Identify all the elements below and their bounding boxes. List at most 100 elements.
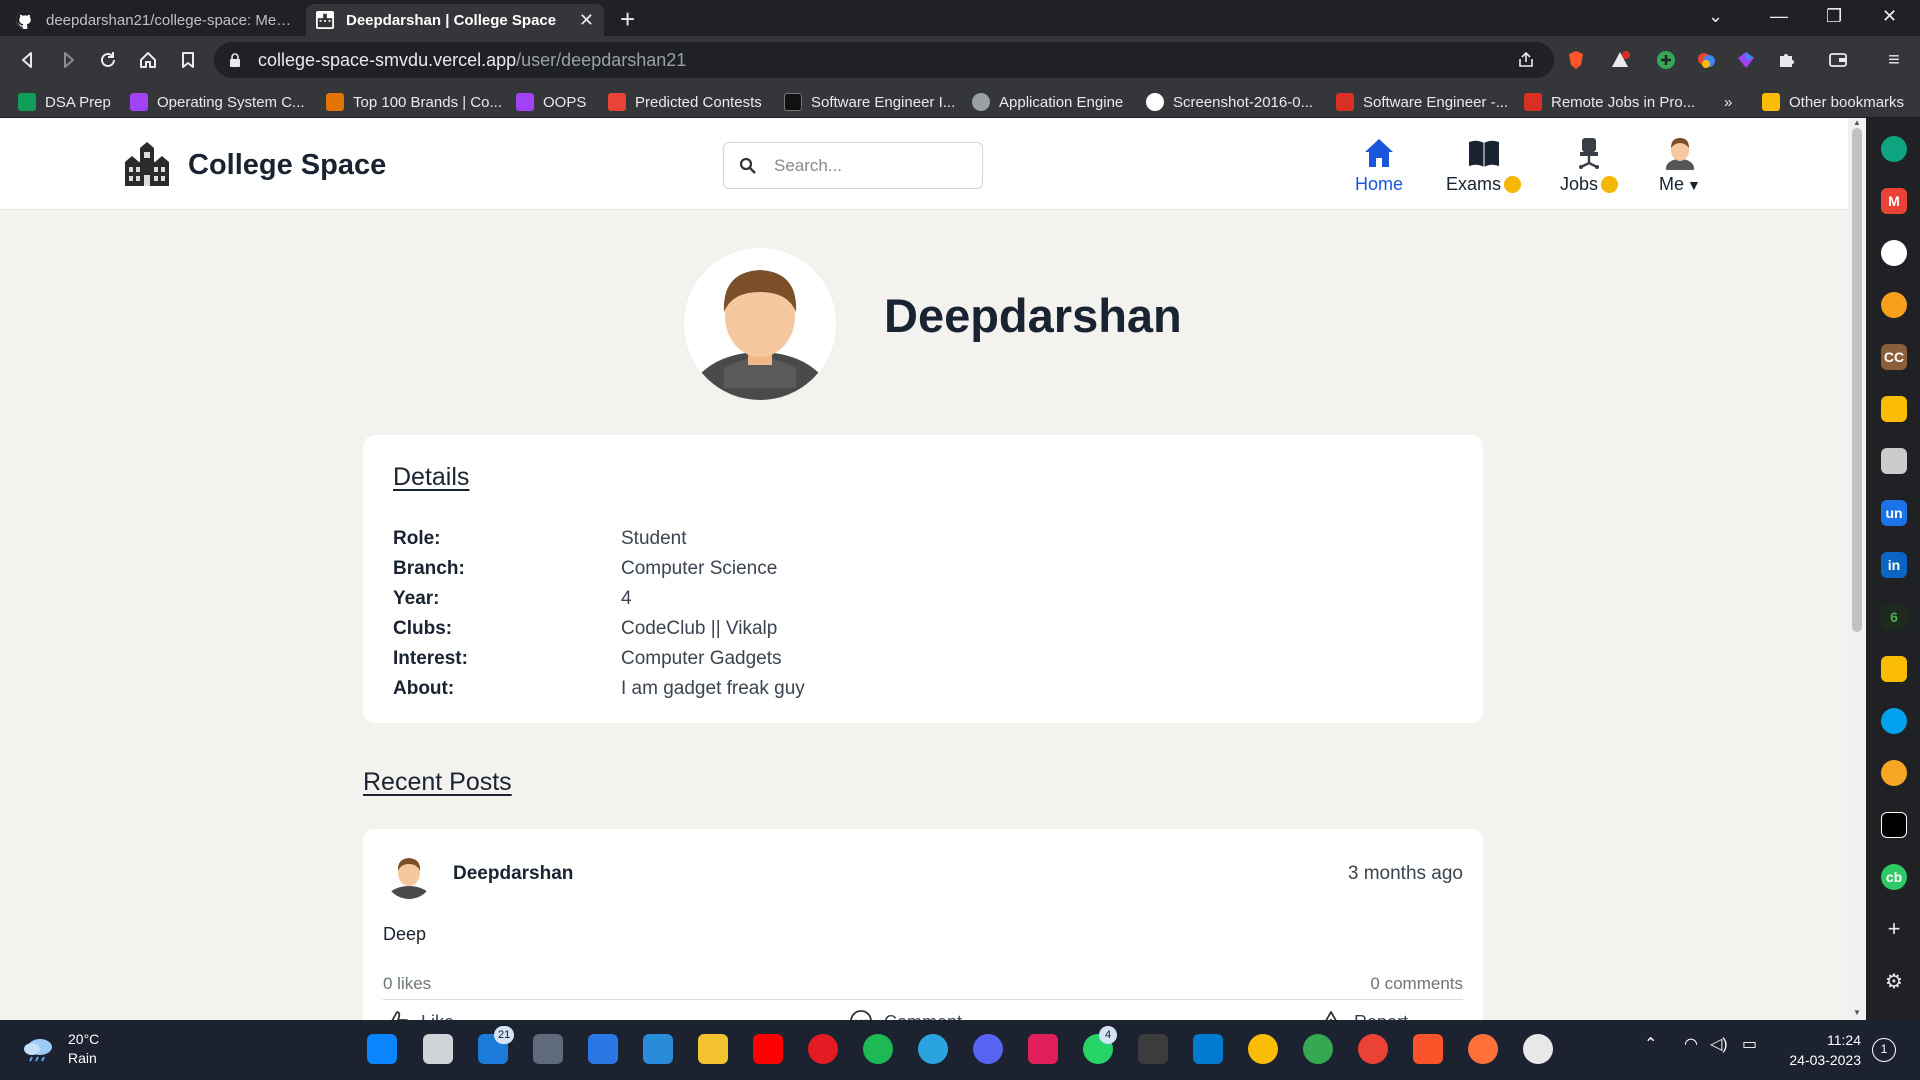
slack-icon[interactable] [1028,1034,1058,1064]
brave-icon[interactable] [1413,1034,1443,1064]
wallet-icon[interactable] [1824,46,1852,74]
unstop-icon[interactable]: un [1881,500,1907,526]
like-button[interactable]: Like [385,1009,454,1020]
new-tab-button[interactable]: + [620,6,635,32]
discord-icon[interactable] [973,1034,1003,1064]
post-author-avatar[interactable] [385,851,433,899]
notepad-icon[interactable] [643,1034,673,1064]
brave-rewards-icon[interactable] [1606,46,1634,74]
tray-chevron-icon[interactable]: ⌃ [1644,1034,1657,1054]
chrome-dev-icon[interactable] [1358,1034,1388,1064]
bookmark-operating-system[interactable]: Operating System C... [130,91,305,113]
file-explorer-icon[interactable] [698,1034,728,1064]
clock-app-icon[interactable] [1523,1034,1553,1064]
youtube-icon[interactable] [753,1034,783,1064]
chrome-canary-icon[interactable] [1248,1034,1278,1064]
bookmark-dsa-prep[interactable]: DSA Prep [18,91,111,113]
gmail-icon[interactable]: M [1881,188,1907,214]
bookmark-label: Application Engine [999,93,1124,111]
bookmark-software-engineer-2[interactable]: Software Engineer -... [1336,91,1508,113]
brave-shield-icon[interactable] [1562,46,1590,74]
forward-icon[interactable] [54,46,82,74]
messenger-icon[interactable] [1881,708,1907,734]
terminal-icon[interactable] [1138,1034,1168,1064]
close-tab-icon[interactable]: ✕ [579,10,594,31]
post-likes-count[interactable]: 0 likes [383,974,431,994]
todo-icon[interactable] [588,1034,618,1064]
nav-home[interactable]: Home [1355,136,1403,195]
comment-button[interactable]: Comment [848,1009,962,1020]
github-side-icon[interactable] [1881,240,1907,266]
bookmark-icon[interactable] [174,46,202,74]
firefox-icon[interactable] [1468,1034,1498,1064]
codebase-icon[interactable]: cb [1881,864,1907,890]
other-bookmarks[interactable]: Other bookmarks [1762,91,1904,113]
thumbs-up-icon [391,1011,409,1020]
chrome-icon[interactable] [1303,1034,1333,1064]
nav-jobs[interactable]: Jobs [1560,136,1619,195]
keep-icon[interactable] [1881,656,1907,682]
devtools-icon[interactable] [1881,760,1907,786]
bookmark-screenshot[interactable]: Screenshot-2016-0... [1146,91,1313,113]
chatgpt-icon[interactable] [1881,136,1907,162]
bookmark-top-brands[interactable]: Top 100 Brands | Co... [326,91,502,113]
page-scrollbar[interactable]: ▲ ▼ [1848,118,1866,1020]
share-icon[interactable] [1512,46,1540,74]
bookmark-predicted-contests[interactable]: Predicted Contests [608,91,762,113]
settings-gear-icon[interactable]: ⚙ [1881,968,1907,994]
weather-desc: Rain [68,1050,97,1066]
comment-icon [850,1010,872,1020]
add-panel-icon[interactable]: + [1881,916,1907,942]
extension-cloud-icon[interactable] [1692,46,1720,74]
reload-icon[interactable] [94,46,122,74]
back-icon[interactable] [14,46,42,74]
vscode-icon[interactable] [1193,1034,1223,1064]
codechef-icon[interactable]: CC [1881,344,1907,370]
bookmarks-overflow-button[interactable]: » [1724,91,1732,113]
notification-badge[interactable]: 1 [1872,1038,1896,1062]
nav-me[interactable]: Me ▼ [1659,136,1701,195]
notes-icon[interactable] [1881,448,1907,474]
task-view-icon[interactable] [423,1034,453,1064]
tab-college-space[interactable]: Deepdarshan | College Space ✕ [306,4,604,36]
battery-icon[interactable]: ▭ [1742,1034,1757,1054]
tab-github[interactable]: deepdarshan21/college-space: Meet y [6,4,304,36]
medium-icon[interactable] [1881,812,1907,838]
linkedin-icon[interactable]: in [1881,552,1907,578]
codeforces-icon[interactable]: 6 [1881,604,1907,630]
youtube-music-icon[interactable] [808,1034,838,1064]
bookmark-software-engineer-1[interactable]: Software Engineer I... [784,91,955,113]
bookmark-remote-jobs[interactable]: Remote Jobs in Pro... [1524,91,1695,113]
brand-link[interactable]: College Space [122,142,386,188]
post-author-name[interactable]: Deepdarshan [453,863,573,885]
scrollbar-thumb[interactable] [1852,128,1862,632]
minimize-icon[interactable]: — [1770,6,1788,27]
extension-gem-icon[interactable] [1732,46,1760,74]
report-button[interactable]: Report [1318,1009,1408,1020]
telegram-icon[interactable] [918,1034,948,1064]
extension-add-icon[interactable] [1652,46,1680,74]
volume-icon[interactable]: ◁) [1710,1034,1728,1054]
nav-exams[interactable]: Exams [1446,136,1522,195]
close-window-icon[interactable]: ✕ [1882,6,1897,27]
windows-start-icon[interactable] [367,1034,397,1064]
address-bar[interactable]: college-space-smvdu.vercel.app/user/deep… [214,42,1554,78]
tab-search-icon[interactable]: ⌄ [1708,6,1723,27]
bookmark-oops[interactable]: OOPS [516,91,586,113]
weather-widget[interactable]: 20°C Rain [22,1030,99,1068]
calculator-icon[interactable] [533,1034,563,1064]
bookmark-application-engine[interactable]: Application Engine [972,91,1123,113]
wifi-icon[interactable]: ◠ [1684,1034,1698,1054]
analytics-icon[interactable] [1881,396,1907,422]
menu-icon[interactable]: ≡ [1880,46,1908,74]
scroll-up-icon[interactable]: ▲ [1852,118,1862,128]
restore-icon[interactable]: ❐ [1826,6,1842,27]
home-browser-icon[interactable] [134,46,162,74]
extensions-puzzle-icon[interactable] [1772,46,1800,74]
scroll-down-icon[interactable]: ▼ [1852,1008,1862,1018]
search-input[interactable]: Search... [723,142,983,189]
leetcode-icon[interactable] [1881,292,1907,318]
spotify-icon[interactable] [863,1034,893,1064]
post-comments-count[interactable]: 0 comments [1370,974,1463,994]
system-clock[interactable]: 11:24 24-03-2023 [1781,1030,1861,1070]
